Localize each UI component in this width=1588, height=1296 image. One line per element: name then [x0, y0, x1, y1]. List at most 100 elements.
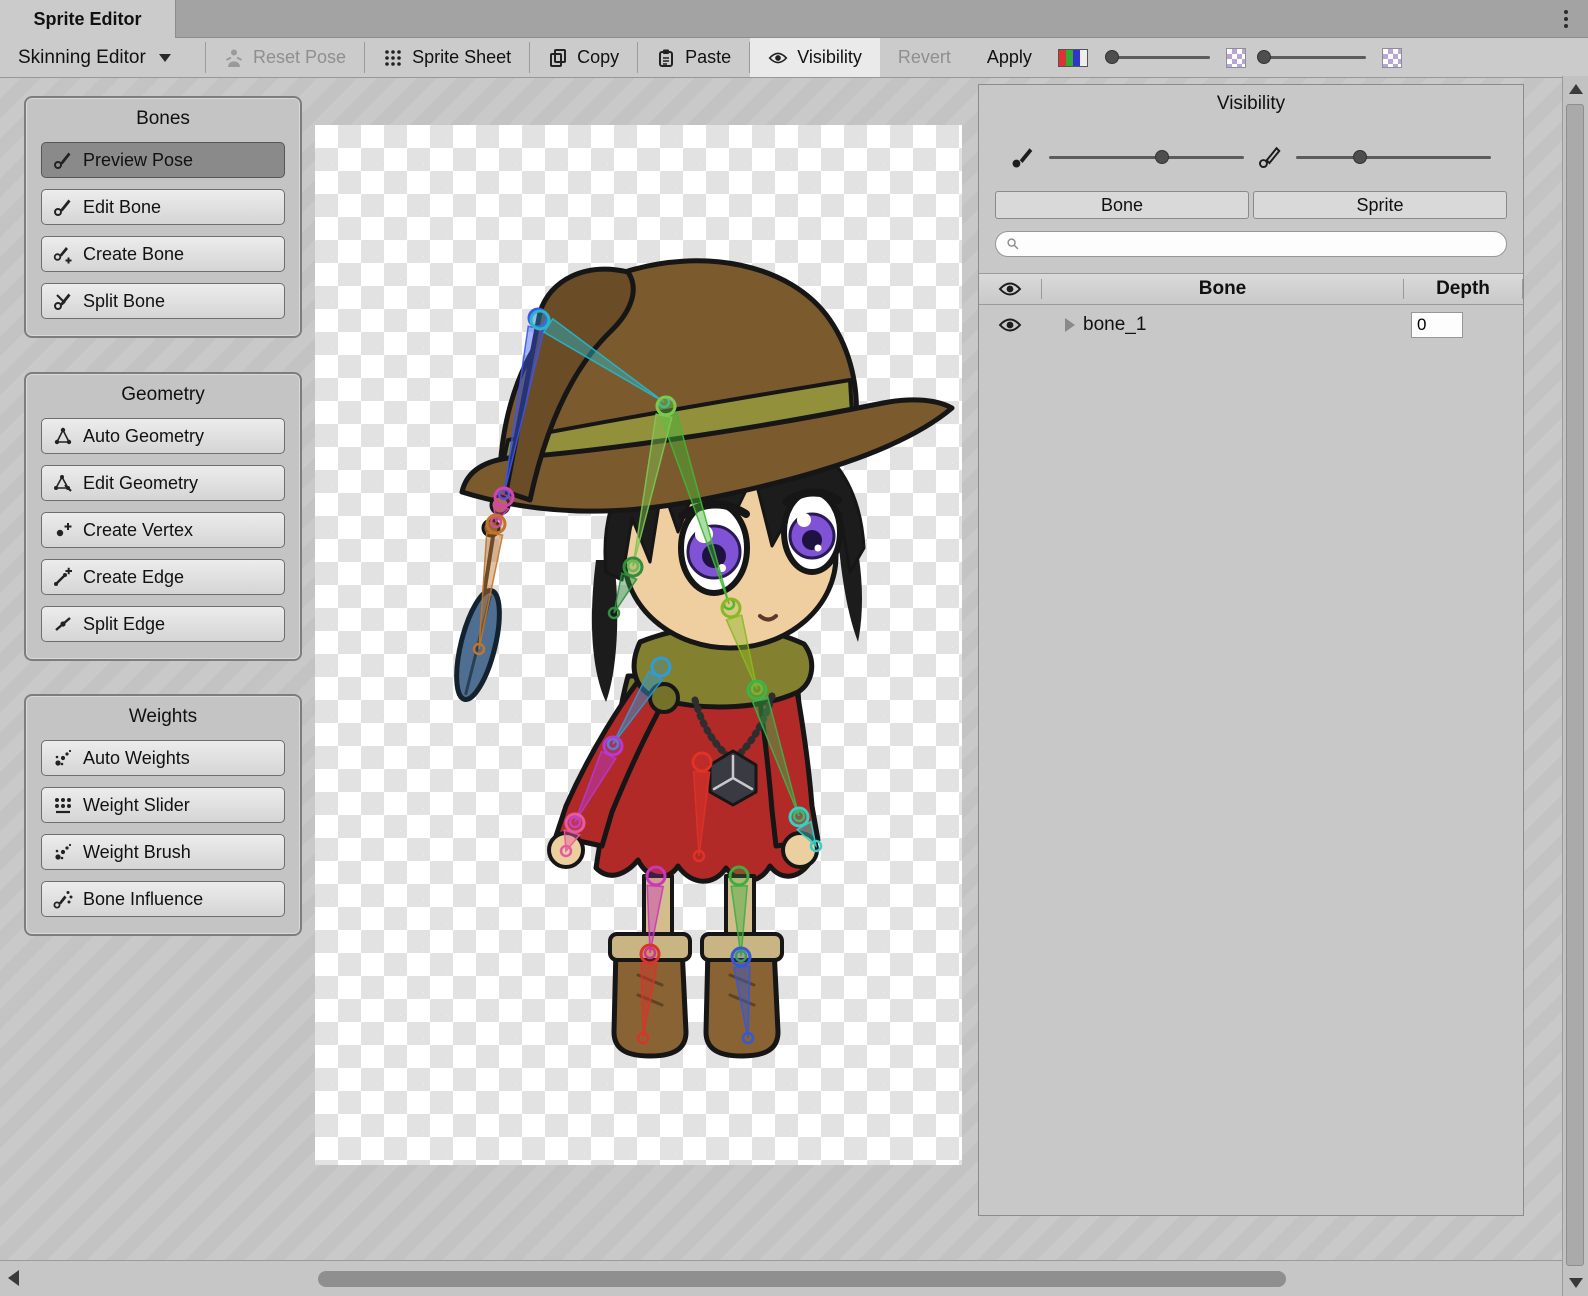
- bone-split-icon: [53, 291, 73, 311]
- horizontal-scroll-thumb[interactable]: [318, 1271, 1286, 1287]
- alpha-checker-icon[interactable]: [1382, 48, 1402, 68]
- copy-label: Copy: [577, 47, 619, 68]
- search-icon: [1006, 237, 1020, 251]
- bone-row[interactable]: bone_1: [979, 305, 1523, 345]
- weight-brush-icon: [53, 842, 73, 862]
- bone-add-icon: [53, 244, 73, 264]
- auto-geometry-button[interactable]: Auto Geometry: [41, 418, 285, 454]
- weight-brush-button[interactable]: Weight Brush: [41, 834, 285, 870]
- bone-influence-icon: [53, 889, 73, 909]
- geometry-edit-icon: [53, 473, 73, 493]
- search-input[interactable]: [1026, 235, 1496, 253]
- reset-pose-label: Reset Pose: [253, 47, 346, 68]
- skinning-editor-dropdown[interactable]: Skinning Editor: [0, 38, 205, 77]
- visibility-panel: Visibility Bone Sprite Bone Depth bone_1: [978, 84, 1524, 1216]
- kebab-menu-icon[interactable]: [1556, 7, 1576, 31]
- visibility-button[interactable]: Visibility: [750, 38, 880, 77]
- opacity-sliders: [979, 145, 1523, 169]
- auto-weights-button[interactable]: Auto Weights: [41, 740, 285, 776]
- split-bone-button[interactable]: Split Bone: [41, 283, 285, 319]
- brightness-slider[interactable]: [1106, 56, 1210, 59]
- mannequin-icon: [224, 48, 244, 68]
- color-swatch-icon[interactable]: [1058, 49, 1088, 67]
- revert-button[interactable]: Revert: [880, 38, 969, 77]
- bones-panel: Bones Preview Pose Edit Bone Create Bone…: [24, 96, 302, 338]
- column-separator: [1522, 279, 1523, 299]
- tab-title: Sprite Editor: [33, 9, 141, 30]
- apply-button[interactable]: Apply: [969, 38, 1050, 77]
- alpha-checker-icon[interactable]: [1226, 48, 1246, 68]
- geometry-panel-title: Geometry: [41, 384, 285, 406]
- apply-label: Apply: [987, 47, 1032, 68]
- visibility-label: Visibility: [797, 47, 862, 68]
- split-edge-button[interactable]: Split Edge: [41, 606, 285, 642]
- tab-sprite[interactable]: Sprite: [1253, 191, 1507, 219]
- sprite-sheet-label: Sprite Sheet: [412, 47, 511, 68]
- skinning-editor-label: Skinning Editor: [18, 47, 146, 69]
- copy-button[interactable]: Copy: [530, 38, 637, 77]
- edit-geometry-button[interactable]: Edit Geometry: [41, 465, 285, 501]
- tab-bone[interactable]: Bone: [995, 191, 1249, 219]
- bone-filled-icon: [1011, 145, 1035, 169]
- bones-panel-title: Bones: [41, 108, 285, 130]
- bone-pose-icon: [53, 150, 73, 170]
- slider-knob[interactable]: [1257, 50, 1271, 64]
- bone-edit-icon: [53, 197, 73, 217]
- weight-slider-button[interactable]: Weight Slider: [41, 787, 285, 823]
- canvas-svg: [315, 125, 962, 1165]
- copy-icon: [548, 48, 568, 68]
- edge-split-icon: [53, 614, 73, 634]
- create-edge-button[interactable]: Create Edge: [41, 559, 285, 595]
- bone-row-name: bone_1: [1083, 314, 1405, 336]
- depth-column-header: Depth: [1404, 278, 1522, 300]
- sprite-canvas[interactable]: [315, 125, 962, 1165]
- vertex-add-icon: [53, 520, 73, 540]
- edit-bone-button[interactable]: Edit Bone: [41, 189, 285, 225]
- bone-table-header: Bone Depth: [979, 273, 1523, 305]
- create-vertex-button[interactable]: Create Vertex: [41, 512, 285, 548]
- geometry-auto-icon: [53, 426, 73, 446]
- revert-label: Revert: [898, 47, 951, 68]
- expand-triangle-icon[interactable]: [1065, 318, 1075, 332]
- row-visibility-eye-icon[interactable]: [997, 317, 1023, 333]
- eye-column-icon[interactable]: [997, 281, 1023, 297]
- weights-panel-title: Weights: [41, 706, 285, 728]
- weight-slider-icon: [53, 795, 73, 815]
- toolbar: Skinning Editor Reset Pose Sprite Sheet …: [0, 38, 1588, 78]
- bone-influence-button[interactable]: Bone Influence: [41, 881, 285, 917]
- visibility-panel-title: Visibility: [979, 85, 1523, 115]
- eye-icon: [768, 48, 788, 68]
- visibility-tabs: Bone Sprite: [979, 191, 1523, 219]
- bone-column-header: Bone: [1042, 278, 1403, 300]
- paste-icon: [656, 48, 676, 68]
- geometry-panel: Geometry Auto Geometry Edit Geometry Cre…: [24, 372, 302, 661]
- tab-sprite-editor[interactable]: Sprite Editor: [0, 0, 176, 38]
- chevron-down-icon: [159, 54, 171, 62]
- slider-knob[interactable]: [1155, 150, 1169, 164]
- depth-input[interactable]: [1411, 312, 1463, 338]
- paste-button[interactable]: Paste: [638, 38, 749, 77]
- sprite-sheet-button[interactable]: Sprite Sheet: [365, 38, 529, 77]
- horizontal-scrollbar[interactable]: [0, 1260, 1562, 1296]
- sprite-sheet-icon: [383, 48, 403, 68]
- weights-panel: Weights Auto Weights Weight Slider Weigh…: [24, 694, 302, 936]
- bone-outline-icon: [1258, 145, 1282, 169]
- create-bone-button[interactable]: Create Bone: [41, 236, 285, 272]
- search-field[interactable]: [995, 231, 1507, 257]
- weights-auto-icon: [53, 748, 73, 768]
- slider-knob[interactable]: [1353, 150, 1367, 164]
- scroll-up-icon[interactable]: [1569, 84, 1583, 94]
- vertical-scroll-thumb[interactable]: [1566, 104, 1584, 1266]
- scroll-left-icon[interactable]: [8, 1270, 19, 1286]
- bone-opacity-slider[interactable]: [1049, 156, 1244, 159]
- reset-pose-button[interactable]: Reset Pose: [206, 38, 364, 77]
- paste-label: Paste: [685, 47, 731, 68]
- scroll-down-icon[interactable]: [1569, 1278, 1583, 1288]
- alpha-slider[interactable]: [1262, 56, 1366, 59]
- vertical-scrollbar[interactable]: [1562, 76, 1588, 1296]
- preview-pose-button[interactable]: Preview Pose: [41, 142, 285, 178]
- sprite-opacity-slider[interactable]: [1296, 156, 1491, 159]
- edge-add-icon: [53, 567, 73, 587]
- tab-bar: Sprite Editor: [0, 0, 1588, 38]
- slider-knob[interactable]: [1105, 50, 1119, 64]
